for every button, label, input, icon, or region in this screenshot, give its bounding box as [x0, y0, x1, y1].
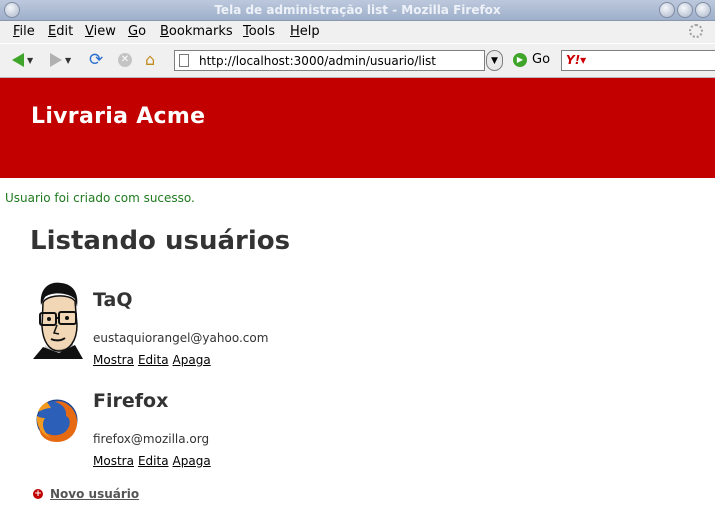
- flash-message: Usuario foi criado com sucesso.: [5, 191, 195, 205]
- show-link[interactable]: Mostra: [93, 353, 134, 367]
- forward-arrow-icon: [50, 53, 62, 67]
- firefox-logo-avatar: [33, 396, 83, 444]
- back-dropdown-icon[interactable]: ▼: [27, 56, 33, 65]
- new-user-link[interactable]: Novo usuário: [50, 487, 139, 501]
- show-link[interactable]: Mostra: [93, 454, 134, 468]
- back-button[interactable]: ▼: [12, 51, 33, 69]
- menu-file[interactable]: File: [13, 24, 35, 39]
- menu-edit[interactable]: Edit: [48, 24, 73, 39]
- site-header: Livraria Acme: [0, 78, 715, 178]
- yahoo-icon[interactable]: Y!▾: [566, 53, 586, 67]
- delete-link[interactable]: Apaga: [173, 454, 211, 468]
- user-email: firefox@mozilla.org: [93, 432, 210, 446]
- forward-dropdown-icon[interactable]: ▼: [65, 56, 71, 65]
- user-name: Firefox: [93, 390, 169, 412]
- page-title: Listando usuários: [30, 226, 291, 256]
- window-title: Tela de administração list - Mozilla Fir…: [214, 3, 501, 17]
- search-field[interactable]: Y!▾: [561, 50, 715, 71]
- back-arrow-icon: [12, 53, 24, 67]
- plus-icon: +: [33, 489, 43, 499]
- go-arrow-icon: ▶: [513, 52, 527, 67]
- reload-icon: ⟳: [89, 50, 104, 70]
- menu-bar: File Edit View Go Bookmarks Tools Help: [0, 21, 715, 43]
- site-brand: Livraria Acme: [31, 104, 206, 129]
- url-history-dropdown[interactable]: ▼: [486, 50, 503, 71]
- user-name: TaQ: [93, 289, 133, 311]
- menu-go[interactable]: Go: [128, 24, 146, 39]
- close-window-button[interactable]: [695, 2, 711, 18]
- url-field[interactable]: http://localhost:3000/admin/usuario/list: [174, 50, 485, 71]
- window-title-bar: Tela de administração list - Mozilla Fir…: [0, 0, 715, 21]
- menu-tools[interactable]: Tools: [243, 24, 275, 39]
- user-actions: Mostra Edita Apaga: [93, 353, 215, 367]
- url-text: http://localhost:3000/admin/usuario/list: [199, 54, 436, 68]
- edit-link[interactable]: Edita: [138, 454, 169, 468]
- page-icon: [179, 54, 189, 67]
- home-icon: ⌂: [145, 50, 156, 69]
- menu-bookmarks[interactable]: Bookmarks: [160, 24, 233, 39]
- home-button[interactable]: ⌂: [145, 51, 155, 69]
- edit-link[interactable]: Edita: [138, 353, 169, 367]
- stop-icon: ✕: [118, 53, 132, 67]
- delete-link[interactable]: Apaga: [173, 353, 211, 367]
- menu-help[interactable]: Help: [290, 24, 320, 39]
- throbber-icon: [689, 24, 703, 38]
- navigation-toolbar: ▼ ▼ ⟳ ✕ ⌂ http://localhost:3000/admin/us…: [0, 44, 715, 78]
- user-email: eustaquiorangel@yahoo.com: [93, 331, 269, 345]
- go-label: Go: [532, 52, 551, 67]
- cartoon-face-avatar: [33, 281, 83, 359]
- user-actions: Mostra Edita Apaga: [93, 454, 215, 468]
- menu-view[interactable]: View: [85, 24, 116, 39]
- reload-button[interactable]: ⟳: [89, 51, 103, 69]
- maximize-button[interactable]: [677, 2, 693, 18]
- stop-button[interactable]: ✕: [118, 51, 132, 69]
- new-user-row: + Novo usuário: [33, 487, 139, 501]
- forward-button[interactable]: ▼: [50, 51, 71, 69]
- minimize-button[interactable]: [659, 2, 675, 18]
- go-button[interactable]: ▶ Go: [513, 52, 550, 67]
